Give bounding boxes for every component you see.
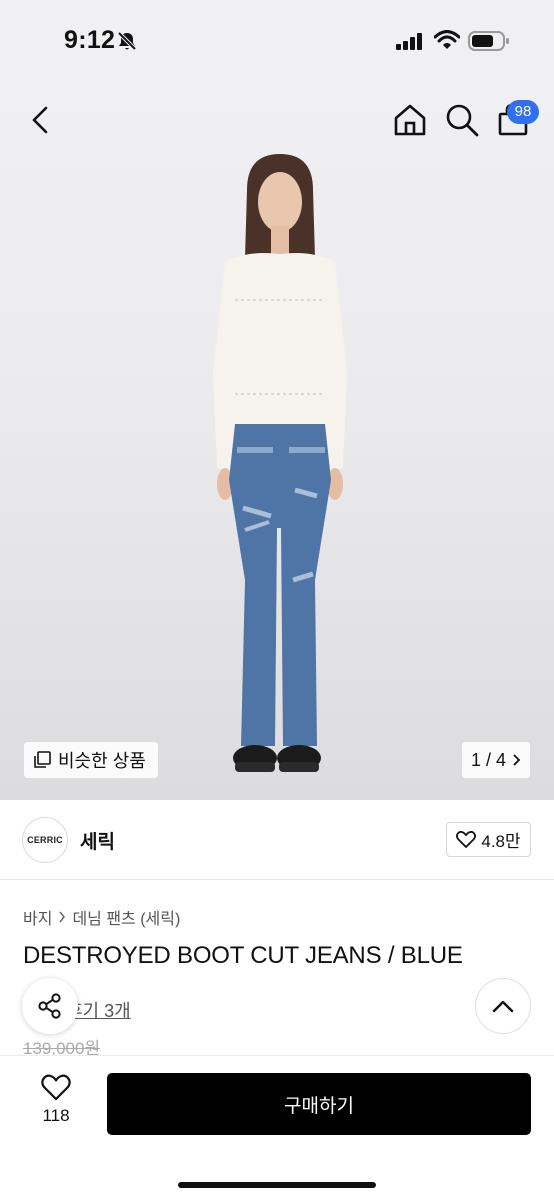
- chevron-up-icon: [492, 1000, 514, 1013]
- search-icon[interactable]: [442, 100, 482, 140]
- share-icon: [38, 993, 61, 1019]
- similar-products-button[interactable]: 비슷한 상품: [24, 742, 158, 778]
- cart-count-badge: 98: [507, 100, 539, 124]
- similar-products-label: 비슷한 상품: [58, 751, 146, 771]
- brand-logo[interactable]: CERRIC: [22, 817, 68, 863]
- image-page-text: 1 / 4: [470, 749, 507, 770]
- chevron-right-icon: [59, 911, 66, 923]
- cellular-signal-icon: [396, 33, 422, 50]
- breadcrumb-item-subcategory[interactable]: 데님 팬츠 (세릭): [72, 905, 180, 929]
- similar-products-icon: [34, 751, 51, 768]
- brand-row[interactable]: CERRIC 세릭 4.8만: [0, 800, 554, 880]
- status-bar: 9:12: [0, 0, 554, 84]
- wifi-icon: [434, 30, 460, 49]
- heart-outline-icon: [456, 830, 477, 848]
- product-photo-model: [213, 154, 347, 772]
- breadcrumb: 바지 데님 팬츠 (세릭): [23, 905, 180, 929]
- wishlist-button[interactable]: 118: [26, 1074, 86, 1136]
- home-icon[interactable]: [390, 100, 430, 140]
- scroll-to-top-button[interactable]: [475, 978, 531, 1034]
- brand-like-count: 4.8만: [481, 832, 521, 851]
- buy-button[interactable]: 구매하기: [107, 1073, 531, 1135]
- brand-name[interactable]: 세릭: [80, 827, 115, 854]
- heart-outline-icon: [41, 1074, 71, 1101]
- status-time: 9:12: [64, 26, 116, 54]
- back-arrow-icon[interactable]: [24, 102, 58, 138]
- bottom-action-bar: 118 구매하기: [0, 1055, 554, 1200]
- brand-like-button[interactable]: 4.8만: [446, 822, 531, 857]
- product-image-gallery[interactable]: 9:12 98 비슷한 상품 1 / 4: [0, 0, 554, 800]
- product-title: DESTROYED BOOT CUT JEANS / BLUE: [23, 942, 463, 969]
- share-button[interactable]: [22, 978, 78, 1034]
- bell-slash-icon: [117, 31, 137, 51]
- chevron-right-icon: [513, 754, 521, 766]
- wishlist-count: 118: [42, 1106, 70, 1125]
- image-page-indicator[interactable]: 1 / 4: [462, 742, 530, 778]
- battery-icon: [468, 31, 509, 51]
- breadcrumb-item-category[interactable]: 바지: [23, 905, 52, 929]
- home-indicator: [178, 1182, 376, 1188]
